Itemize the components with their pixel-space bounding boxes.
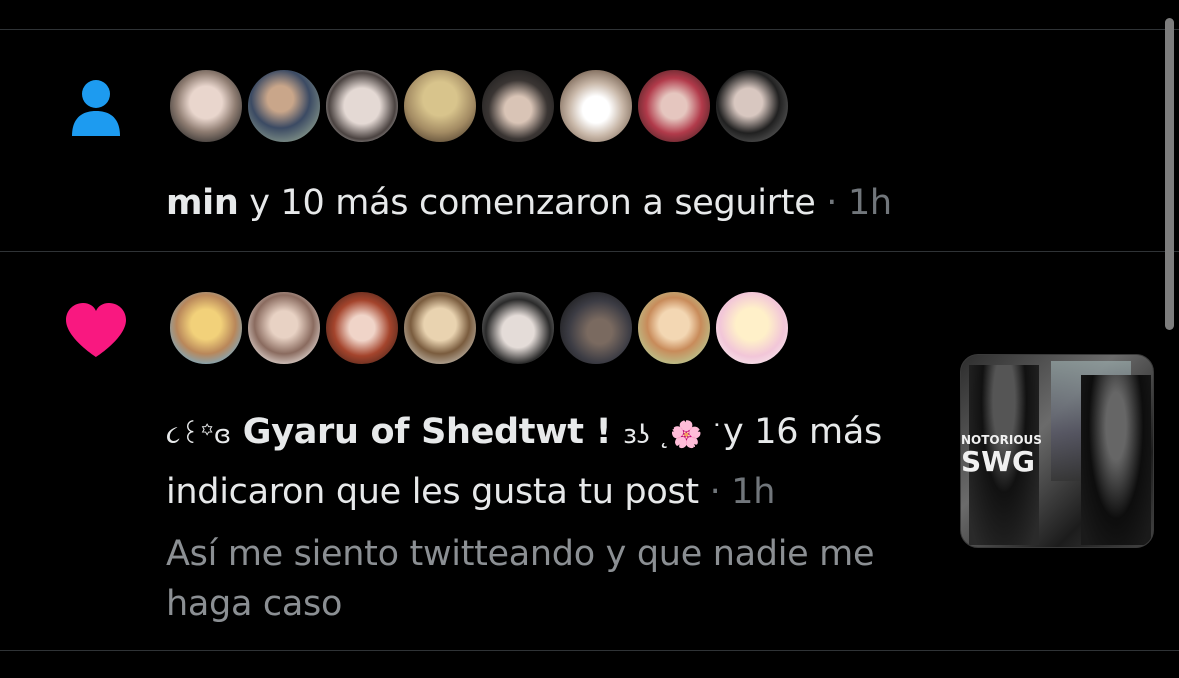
avatar[interactable]	[246, 290, 322, 366]
follow-notification[interactable]: min y 10 más comenzaron a seguirte · 1h	[0, 30, 1160, 250]
ghost-figure-shape	[1081, 375, 1151, 545]
liker-name[interactable]: Gyaru of Shedtwt !	[231, 412, 623, 452]
post-thumbnail[interactable]: NOTORIOUS SWG	[960, 354, 1154, 548]
avatar[interactable]	[714, 290, 790, 366]
liker-avatars	[168, 290, 792, 366]
heart-icon	[66, 303, 126, 357]
avatar[interactable]	[636, 68, 712, 144]
avatar[interactable]	[168, 290, 244, 366]
avatar[interactable]	[402, 68, 478, 144]
timestamp: 1h	[731, 472, 776, 512]
person-icon	[72, 80, 120, 136]
avatar[interactable]	[324, 290, 400, 366]
avatar[interactable]	[714, 68, 790, 144]
avatar[interactable]	[636, 290, 712, 366]
scrollbar[interactable]	[1165, 18, 1174, 330]
post-preview-line-1: Así me siento twitteando y que nadie me	[166, 534, 875, 574]
avatar[interactable]	[324, 68, 400, 144]
bottom-divider	[0, 650, 1179, 651]
avatar[interactable]	[558, 68, 634, 144]
like-text-line-2: indicaron que les gusta tu post · 1h	[166, 472, 776, 512]
avatar[interactable]	[168, 68, 244, 144]
follower-name[interactable]: min	[166, 183, 239, 223]
like-text-line-1: ૮꒰꙳ɞ Gyaru of Shedtwt ! ɜʖ ˛🌸 ˙y 16 más	[166, 412, 882, 452]
avatar[interactable]	[402, 290, 478, 366]
thumbnail-caption: NOTORIOUS SWG	[961, 433, 1042, 478]
follow-text: min y 10 más comenzaron a seguirte · 1h	[166, 183, 892, 223]
avatar[interactable]	[246, 68, 322, 144]
avatar[interactable]	[480, 290, 556, 366]
post-preview-line-2: haga caso	[166, 584, 343, 624]
follower-avatars	[168, 68, 792, 144]
avatar[interactable]	[558, 290, 634, 366]
avatar[interactable]	[480, 68, 556, 144]
timestamp: 1h	[847, 183, 892, 223]
